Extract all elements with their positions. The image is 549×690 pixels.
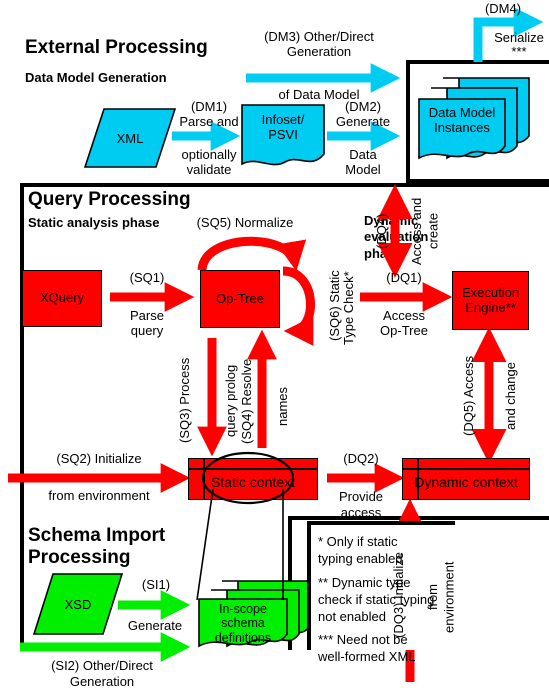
edge-label-dq5: (DQ5) Access	[461, 355, 476, 437]
xsd-node: XSD	[33, 573, 123, 635]
edge-label-dq1b: Access Op-Tree	[380, 308, 428, 338]
in-scope-schema-definitions-label: In-scope schema definitions	[214, 602, 272, 645]
edge-label-dm2b: Data Model	[345, 147, 381, 177]
edge-label-dq3b: from environment	[425, 561, 457, 633]
query-processing-subtitle: Static analysis phase	[28, 215, 160, 230]
xml-node: XML	[84, 108, 176, 168]
frame-mask-a	[24, 515, 288, 524]
infoset-psvi-node: Infoset/ PSVI	[241, 104, 325, 170]
edge-label-sq3: (SQ3) Process	[177, 357, 192, 443]
static-context-node: Static context	[188, 458, 318, 500]
edge-label-dm3: (DM3) Other/Direct Generation	[264, 29, 374, 59]
schema-import-title: Schema Import Processing	[28, 525, 166, 568]
execution-engine-node: Execution Engine**	[452, 271, 529, 330]
dynamic-context-label: Dynamic context	[414, 474, 518, 490]
edge-label-dm2: (DM2) Generate	[335, 99, 391, 129]
xsd-label: XSD	[64, 596, 92, 612]
edge-label-sq1: (SQ1)	[129, 270, 165, 285]
infoset-psvi-label: Infoset/ PSVI	[261, 112, 305, 142]
edge-label-dq2b: Provide access	[338, 489, 384, 521]
edge-label-sq4b: names	[275, 386, 290, 426]
edge-label-sq3b: query prolog	[223, 364, 238, 438]
edge-label-sq5: (SQ5) Normalize	[196, 215, 294, 230]
external-processing-subtitle: Data Model Generation	[25, 70, 167, 85]
edge-label-dq2: (DQ2)	[343, 451, 379, 466]
edge-label-si1b: Generate	[127, 618, 183, 633]
in-scope-schema-definitions-node: In-scope schema definitions	[196, 578, 318, 654]
edge-label-sq4: (SQ4) Resolve	[239, 358, 254, 444]
static-context-label: Static context	[210, 474, 296, 490]
query-processing-title: Query Processing	[28, 189, 191, 210]
xml-label: XML	[116, 130, 144, 146]
edge-label-sq2b: from environment	[48, 488, 150, 503]
edge-label-sq1b: Parse query	[130, 308, 164, 338]
edge-label-dm1b: optionally validate	[181, 147, 237, 177]
data-model-instances-node: Data Model Instances	[414, 74, 532, 166]
external-processing-title: External Processing	[25, 37, 208, 58]
edge-label-sq6b: Type Check*	[341, 271, 356, 345]
edge-label-si2: (SI2) Other/Direct Generation	[51, 658, 153, 690]
dynamic-context-node: Dynamic context	[402, 458, 530, 500]
edge-label-dm4: (DM4)	[484, 1, 522, 16]
edge-label-dq4: (DQ4)	[374, 213, 389, 249]
edge-label-dm4b: Serialize ***	[494, 30, 544, 59]
edge-label-sq2: (SQ2) Initialize	[56, 451, 142, 466]
edge-label-dq4b: Access and create	[409, 197, 441, 265]
edge-label-dq5b: and change	[503, 362, 518, 430]
edge-label-dq3: (DQ3) Initialize	[391, 552, 406, 638]
xquery-node: XQuery	[22, 270, 102, 327]
edge-label-dm1: (DM1) Parse and	[179, 99, 239, 129]
op-tree-node: Op-Tree	[200, 270, 280, 328]
diagram-canvas: External Processing Data Model Generatio…	[0, 0, 549, 690]
data-model-instances-label: Data Model Instances	[428, 105, 496, 135]
edge-label-dq1: (DQ1)	[386, 270, 422, 285]
edge-label-si1: (SI1)	[141, 577, 171, 592]
